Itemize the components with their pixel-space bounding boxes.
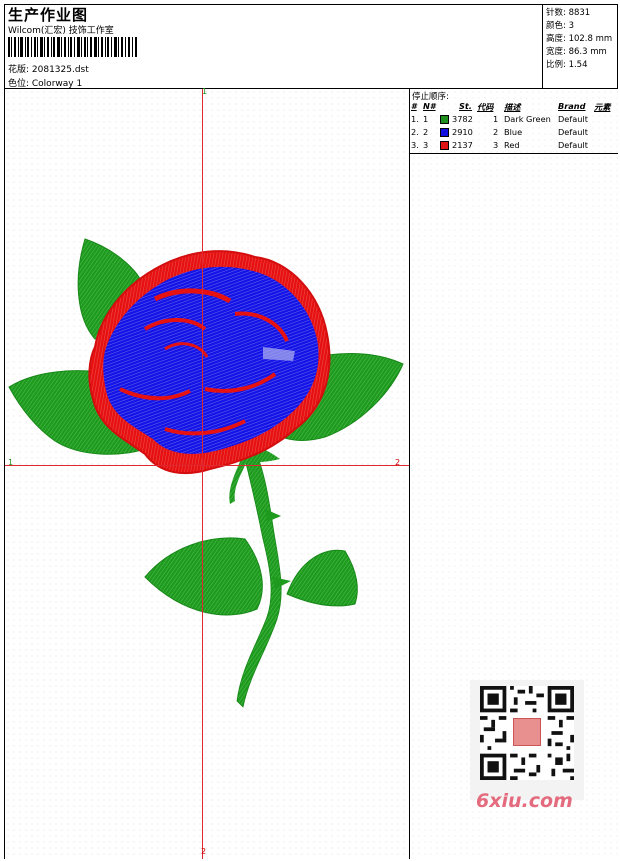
row-num: 3. bbox=[411, 140, 419, 150]
color-count: 颜色: 3 bbox=[546, 21, 574, 31]
design-scale: 比例: 1.54 bbox=[546, 60, 588, 70]
row-needle: 2 bbox=[423, 127, 429, 137]
document-title: 生产作业图 bbox=[8, 6, 89, 24]
color-swatch-green bbox=[440, 115, 449, 124]
vertical-center-axis bbox=[202, 89, 203, 859]
stitch-count: 针数: 8831 bbox=[546, 8, 591, 18]
axis-label-bottom: 2 bbox=[201, 847, 207, 856]
design-canvas: 1 1 2 2 bbox=[5, 87, 409, 859]
row-code: 1 bbox=[493, 114, 499, 124]
row-num: 2. bbox=[411, 127, 419, 137]
row-brand: Default bbox=[558, 140, 588, 150]
col-header-brand: Brand bbox=[558, 101, 586, 111]
row-code: 2 bbox=[493, 127, 499, 137]
qr-code-block bbox=[470, 680, 584, 800]
table-row: 3. 3 2137 3 Red Default bbox=[410, 139, 618, 152]
row-stitches: 3782 bbox=[452, 114, 473, 124]
row-needle: 1 bbox=[423, 114, 429, 124]
qr-logo-badge bbox=[513, 718, 541, 746]
row-description: Blue bbox=[504, 127, 523, 137]
design-height: 高度: 102.8 mm bbox=[546, 34, 613, 44]
design-file-label: 花版: 2081325.dst bbox=[8, 65, 89, 75]
rose-embroidery-image bbox=[8, 238, 404, 708]
table-divider bbox=[410, 153, 618, 154]
color-swatch-red bbox=[440, 141, 449, 150]
axis-label-top: 1 bbox=[202, 87, 208, 96]
company-name: Wilcom(汇宏) 技饰工作室 bbox=[8, 26, 114, 36]
design-width: 宽度: 86.3 mm bbox=[546, 47, 607, 57]
row-brand: Default bbox=[558, 114, 588, 124]
col-header-stitches: St. bbox=[459, 101, 472, 111]
row-stitches: 2910 bbox=[452, 127, 473, 137]
table-row: 2. 2 2910 2 Blue Default bbox=[410, 126, 618, 139]
col-header-n: N# bbox=[423, 101, 436, 111]
horizontal-center-axis bbox=[5, 465, 409, 466]
color-swatch-blue bbox=[440, 128, 449, 137]
stats-box: 针数: 8831 颜色: 3 高度: 102.8 mm 宽度: 86.3 mm … bbox=[542, 4, 619, 88]
axis-label-right: 2 bbox=[395, 458, 401, 467]
col-header-element: 元素 bbox=[594, 102, 611, 112]
axis-label-left: 1 bbox=[8, 458, 14, 467]
row-code: 3 bbox=[493, 140, 499, 150]
site-watermark: 6xiu.com bbox=[476, 790, 573, 812]
table-header-row: # N# St. 代码 描述 Brand 元素 bbox=[410, 100, 618, 113]
row-description: Dark Green bbox=[504, 114, 551, 124]
row-needle: 3 bbox=[423, 140, 429, 150]
col-header-code: 代码 bbox=[477, 102, 494, 112]
col-header-description: 描述 bbox=[504, 102, 521, 112]
row-num: 1. bbox=[411, 114, 419, 124]
row-brand: Default bbox=[558, 127, 588, 137]
row-description: Red bbox=[504, 140, 520, 150]
col-header-num: # bbox=[411, 101, 417, 111]
barcode bbox=[8, 37, 137, 57]
row-stitches: 2137 bbox=[452, 140, 473, 150]
stop-sequence-table: # N# St. 代码 描述 Brand 元素 1. 1 3782 1 Dark… bbox=[410, 100, 618, 152]
table-row: 1. 1 3782 1 Dark Green Default bbox=[410, 113, 618, 126]
